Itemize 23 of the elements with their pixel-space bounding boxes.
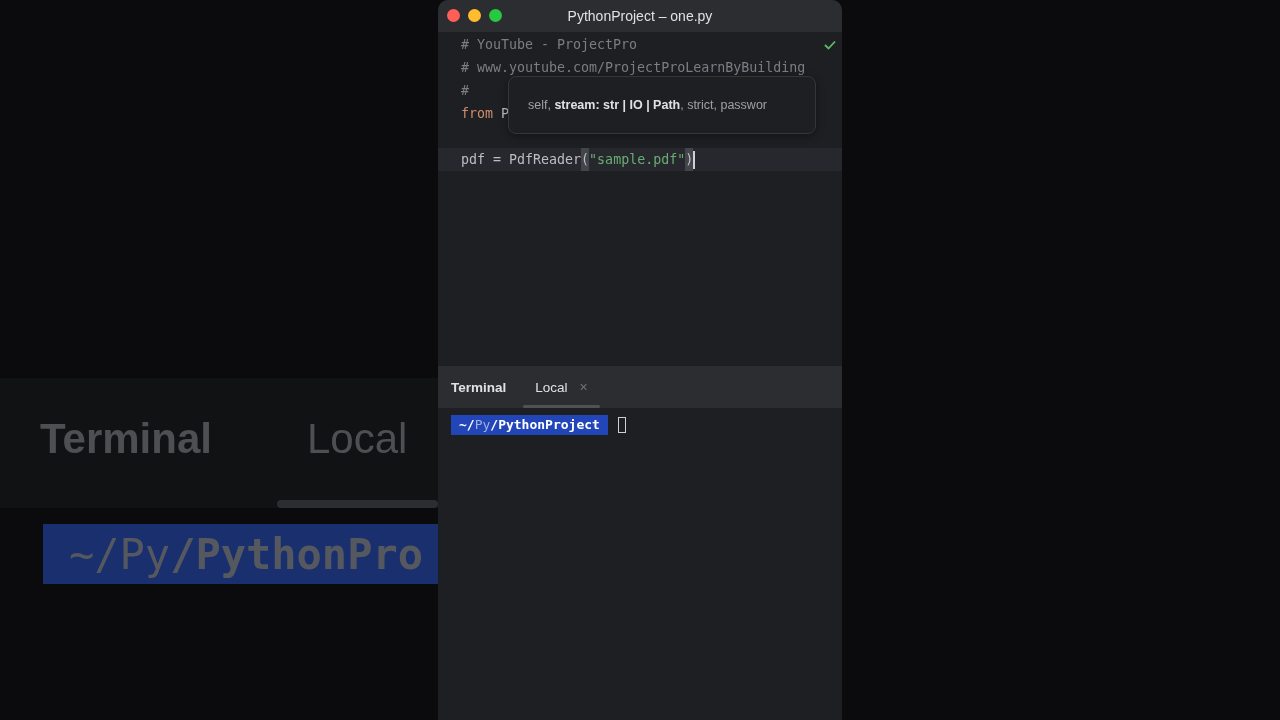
terminal-label: Terminal <box>40 415 212 464</box>
code-token: from <box>461 105 494 123</box>
code-token: ( <box>581 148 590 171</box>
prompt-label: ~/Py/PythonProject <box>451 415 608 435</box>
terminal-tab[interactable]: Local × <box>523 366 600 408</box>
text-cursor <box>693 150 696 169</box>
terminal-label: Terminal <box>451 379 507 395</box>
check-icon <box>824 40 836 50</box>
minimize-icon[interactable] <box>468 9 481 22</box>
terminal-cursor <box>617 417 626 433</box>
code-token: "sample.pdf" <box>589 151 686 169</box>
signature-text: self, stream: str | IO | Path, strict, passwor <box>528 98 767 112</box>
tab-label: Local <box>306 415 408 464</box>
code-token: # www.youtube.com/ProjectProLearnByBuilding <box>461 59 806 77</box>
code-token: pdf = PdfReader <box>461 151 582 169</box>
code-token: ) <box>685 148 694 171</box>
code-token: # <box>461 82 469 100</box>
code-token: P <box>500 105 510 123</box>
close-icon[interactable] <box>447 9 460 22</box>
code-token: # YouTube - ProjectPro <box>461 36 638 54</box>
window-title: PythonProject – one.py <box>567 8 713 24</box>
zoom-icon[interactable] <box>489 9 502 22</box>
prompt-label: ~/Py/PythonPro <box>43 524 438 584</box>
